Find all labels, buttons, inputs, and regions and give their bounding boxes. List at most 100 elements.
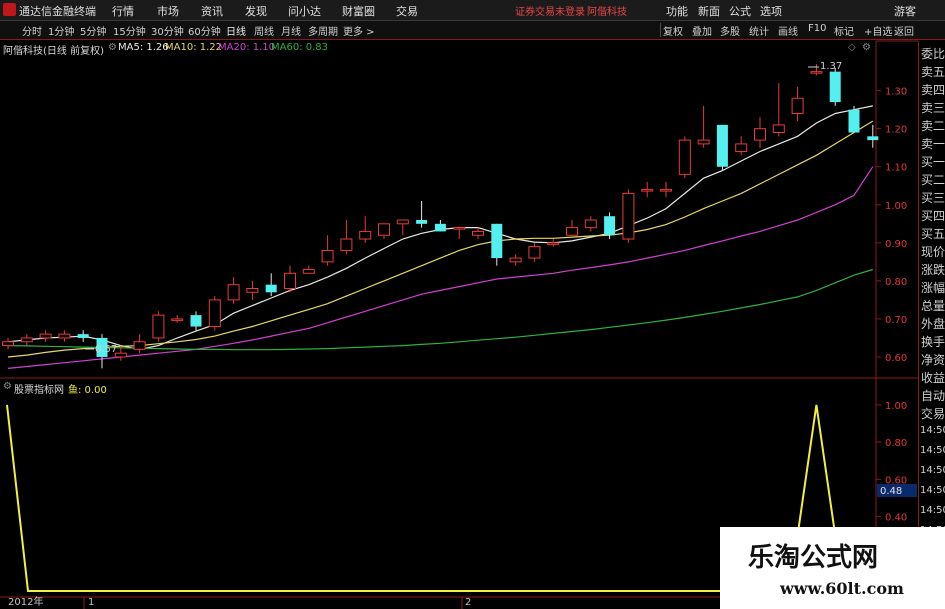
menu-item-newpage[interactable]: 新面: [698, 3, 720, 19]
price-tick-label: 0.80: [885, 277, 907, 288]
candle-up: [528, 246, 541, 259]
menu-item-markets[interactable]: 市场: [157, 3, 179, 19]
period-toolbar: 分时 1分钟 5分钟 15分钟 30分钟 60分钟 日线 周线 月线 多周期 更…: [0, 21, 945, 40]
annotations: 1.37 0.57: [85, 61, 842, 355]
candle-up: [58, 333, 71, 339]
gear-icon[interactable]: ⚙: [862, 42, 871, 53]
stock-title: 阿偕科技(日线 前复权): [3, 46, 104, 57]
candle-down: [491, 223, 503, 259]
period-monthly[interactable]: 月线: [281, 23, 301, 38]
ma60-line: [7, 268, 873, 351]
tool-draw[interactable]: 画线: [778, 23, 798, 38]
menu-item-options[interactable]: 选项: [760, 3, 782, 19]
candle-up: [566, 227, 578, 236]
tool-mark[interactable]: 标记: [834, 23, 854, 38]
quote-label: 涨幅: [921, 281, 945, 295]
candle-down: [96, 337, 108, 357]
candle-up: [302, 268, 315, 274]
period-multi[interactable]: 多周期: [308, 23, 338, 38]
candle-up: [622, 192, 635, 240]
quote-label: 卖五: [921, 65, 945, 79]
menu-item-market[interactable]: 行情: [112, 3, 134, 19]
tool-multistock[interactable]: 多股: [720, 23, 740, 38]
menu-item-ask[interactable]: 问小达: [288, 3, 321, 19]
candles: [2, 64, 879, 369]
ma5-legend: MA5: 1.26: [118, 42, 169, 53]
candle-up: [321, 249, 334, 263]
quote-label: 现价: [921, 245, 945, 259]
candle-down: [434, 223, 446, 232]
candle-up: [152, 314, 165, 339]
period-30min[interactable]: 30分钟: [151, 23, 184, 38]
period-60min[interactable]: 60分钟: [188, 23, 221, 38]
period-tick[interactable]: 分时: [22, 23, 42, 38]
low-label: 0.57: [95, 344, 117, 355]
tool-add-watchlist[interactable]: +自选: [864, 23, 892, 38]
tool-f10[interactable]: F10: [808, 23, 826, 34]
high-label: 1.37: [820, 61, 842, 72]
candle-down: [416, 220, 428, 224]
cursor-value: 0.48: [880, 486, 902, 497]
quote-label: 卖四: [921, 83, 945, 97]
tool-adjust[interactable]: 复权: [663, 23, 683, 38]
diamond-icon[interactable]: ◇: [848, 42, 856, 53]
candle-up: [359, 230, 372, 240]
candle-up: [791, 97, 804, 114]
stock-chart[interactable]: 1.30 1.20 1.10 1.00 0.90 0.80 0.70 0.60 1.00 0.8…: [0, 0, 945, 609]
candle-up: [133, 341, 146, 350]
period-5min[interactable]: 5分钟: [80, 23, 106, 38]
quote-label: 委比: [921, 47, 945, 61]
broker-name: 阿偕科技: [587, 7, 627, 18]
quote-label: 卖三: [921, 101, 945, 115]
candle-down: [867, 136, 879, 141]
ma20-legend: MA20: 1.10: [218, 42, 276, 53]
menu-item-function[interactable]: 功能: [666, 3, 688, 19]
menu-item-news[interactable]: 资讯: [201, 3, 223, 19]
candle-up: [39, 333, 52, 339]
indicator-name: 股票指标网: [14, 385, 64, 396]
quote-label: 卖二: [921, 119, 945, 133]
watermark: 乐淘公式网 www.60lt.com: [720, 527, 945, 609]
settings-icon[interactable]: ⚙: [108, 42, 117, 53]
candle-up: [641, 189, 654, 192]
indicator-value: 鱼: 0.00: [68, 385, 107, 396]
quote-label: 买三: [921, 191, 945, 205]
candle-up: [754, 128, 766, 141]
guest-label[interactable]: 游客: [894, 3, 916, 19]
candle-up: [810, 71, 823, 74]
quote-label: 收益: [921, 371, 945, 385]
indicator-settings-icon[interactable]: ⚙: [3, 381, 12, 392]
login-warning[interactable]: 证券交易未登录: [515, 3, 585, 18]
candle-up: [584, 219, 597, 229]
menu-item-wealth[interactable]: 财富圈: [342, 3, 375, 19]
quote-label: 卖一: [921, 137, 945, 151]
quote-panel: 委比 卖五 卖四 卖三 卖二 卖一 买一 买二 买三 买四 买五 现价 涨跌 涨…: [918, 41, 945, 609]
candle-up: [208, 299, 221, 328]
period-15min[interactable]: 15分钟: [113, 23, 146, 38]
candle-up: [472, 230, 484, 236]
tool-stats[interactable]: 统计: [749, 23, 769, 38]
app-title: 通达信金融终端: [19, 5, 96, 18]
quote-label: 净资: [921, 353, 945, 367]
menu-item-discover[interactable]: 发现: [245, 3, 267, 19]
price-tick-label: 0.60: [885, 353, 907, 364]
period-1min[interactable]: 1分钟: [48, 23, 74, 38]
period-daily[interactable]: 日线: [226, 23, 246, 38]
candle-up: [547, 242, 560, 245]
candle-up: [396, 219, 409, 225]
candle-up: [509, 257, 522, 263]
candle-up: [378, 223, 390, 236]
tool-overlay[interactable]: 叠加: [692, 23, 712, 38]
price-tick-label: 1.00: [885, 201, 907, 212]
menu-item-formula[interactable]: 公式: [729, 3, 751, 19]
cursor-value-box: [877, 484, 917, 497]
period-weekly[interactable]: 周线: [254, 23, 274, 38]
candle-down: [190, 315, 202, 327]
quote-label: 买二: [921, 173, 945, 187]
app-logo: [3, 3, 16, 16]
period-more[interactable]: 更多 >: [343, 23, 375, 38]
quote-label: 自动: [921, 389, 945, 403]
indicator-tick-label: 0.80: [885, 438, 907, 449]
menu-item-trade[interactable]: 交易: [396, 3, 418, 19]
tool-back[interactable]: 返回: [894, 23, 914, 38]
